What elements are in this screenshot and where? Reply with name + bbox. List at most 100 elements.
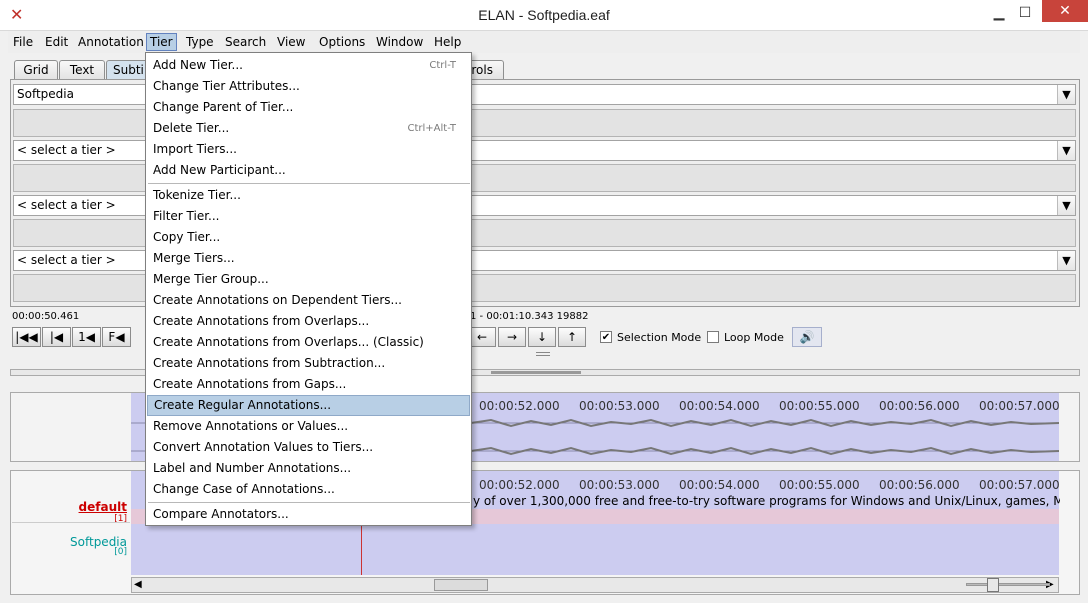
menu-item-change-tier-attributes[interactable]: Change Tier Attributes...: [147, 76, 470, 97]
tier-menu-dropdown: Add New Tier... Ctrl-T Change Tier Attri…: [145, 52, 472, 526]
menu-item-merge-tiers[interactable]: Merge Tiers...: [147, 248, 470, 269]
zoom-slider-track[interactable]: [966, 578, 1050, 592]
menu-item-label: Change Parent of Tier...: [153, 100, 294, 114]
menu-item-label: Remove Annotations or Values...: [153, 419, 349, 433]
ruler-tick: 00:00:55.000: [779, 399, 860, 413]
tab-grid[interactable]: Grid: [14, 60, 58, 79]
ruler-tick: 00:00:53.000: [579, 399, 660, 413]
menu-item-label: Filter Tier...: [153, 209, 220, 223]
scrollbar-thumb[interactable]: [434, 579, 488, 591]
menu-view[interactable]: View: [274, 33, 308, 51]
menu-item-filter-tier[interactable]: Filter Tier...: [147, 206, 470, 227]
ruler-tick: 00:00:56.000: [879, 478, 960, 492]
menu-item-label: Import Tiers...: [153, 142, 237, 156]
loop-mode-checkbox[interactable]: [707, 331, 719, 343]
tier-select-2-value: < select a tier >: [17, 143, 116, 157]
menu-item-create-annotations-subtraction[interactable]: Create Annotations from Subtraction...: [147, 353, 470, 374]
menu-item-label: Create Regular Annotations...: [154, 398, 332, 412]
menu-item-label: Change Tier Attributes...: [153, 79, 300, 93]
arrow-up-button[interactable]: ↑: [558, 327, 586, 347]
menu-help[interactable]: Help: [431, 33, 464, 51]
menu-item-change-case[interactable]: Change Case of Annotations...: [147, 479, 470, 500]
current-time: 00:00:50.461: [12, 311, 80, 322]
ruler-tick: 00:00:56.000: [879, 399, 960, 413]
selection-mode-checkbox[interactable]: ✔: [600, 331, 612, 343]
tier-index-softpedia: [0]: [114, 547, 127, 557]
menu-item-label: Create Annotations from Overlaps... (Cla…: [153, 335, 424, 349]
tier-label-default[interactable]: default: [12, 500, 127, 514]
menu-item-create-annotations-overlaps-classic[interactable]: Create Annotations from Overlaps... (Cla…: [147, 332, 470, 353]
menu-item-change-parent-of-tier[interactable]: Change Parent of Tier...: [147, 97, 470, 118]
menu-item-label: Create Annotations from Gaps...: [153, 377, 347, 391]
menu-options[interactable]: Options: [316, 33, 368, 51]
menu-item-label: Merge Tier Group...: [153, 272, 269, 286]
splitter-handle[interactable]: [536, 352, 550, 356]
menu-item-label: Change Case of Annotations...: [153, 482, 335, 496]
ruler-tick: 00:00:52.000: [479, 478, 560, 492]
ruler-tick: 00:00:54.000: [679, 399, 760, 413]
scroll-left-icon[interactable]: ◀: [134, 579, 142, 590]
menu-item-label: Add New Tier...: [153, 58, 243, 72]
chevron-down-icon[interactable]: ▼: [1057, 141, 1075, 160]
chevron-down-icon[interactable]: ▼: [1057, 251, 1075, 270]
previous-second-button[interactable]: 1◀: [72, 327, 101, 347]
horizontal-scrollbar[interactable]: ◀ ▶: [131, 577, 1059, 593]
time-scrollbar-thumb[interactable]: [491, 371, 581, 374]
menu-item-label: Convert Annotation Values to Tiers...: [153, 440, 374, 454]
menu-item-delete-tier[interactable]: Delete Tier... Ctrl+Alt-T: [147, 118, 470, 139]
menu-item-label: Merge Tiers...: [153, 251, 235, 265]
menu-item-label: Create Annotations from Subtraction...: [153, 356, 386, 370]
menu-item-convert-annotation-values[interactable]: Convert Annotation Values to Tiers...: [147, 437, 470, 458]
maximize-button[interactable]: ☐: [1010, 0, 1040, 28]
chevron-down-icon[interactable]: ▼: [1057, 196, 1075, 215]
menu-item-create-annotations-overlaps[interactable]: Create Annotations from Overlaps...: [147, 311, 470, 332]
menu-item-merge-tier-group[interactable]: Merge Tier Group...: [147, 269, 470, 290]
selection-mode-label: Selection Mode: [617, 331, 702, 344]
menu-item-tokenize-tier[interactable]: Tokenize Tier...: [147, 185, 470, 206]
arrow-left-button[interactable]: ←: [468, 327, 496, 347]
arrow-down-button[interactable]: ↓: [528, 327, 556, 347]
menu-item-compare-annotators[interactable]: Compare Annotators...: [147, 504, 470, 525]
close-button[interactable]: ✕: [1042, 0, 1088, 22]
menu-item-shortcut: Ctrl+Alt-T: [407, 123, 456, 134]
menu-edit[interactable]: Edit: [42, 33, 71, 51]
zoom-slider-thumb[interactable]: [987, 578, 999, 592]
menu-separator: [148, 502, 470, 503]
menu-annotation[interactable]: Annotation: [75, 33, 147, 51]
menu-type[interactable]: Type: [183, 33, 217, 51]
tier-select-4-value: < select a tier >: [17, 253, 116, 267]
title-bar: ✕ ELAN - Softpedia.eaf ▁ ☐ ✕: [0, 0, 1088, 31]
tier-divider: [12, 522, 130, 523]
ruler-tick: 00:00:53.000: [579, 478, 660, 492]
tier-select-1-value: Softpedia: [17, 87, 74, 101]
menu-tier[interactable]: Tier: [146, 33, 177, 51]
menu-item-import-tiers[interactable]: Import Tiers...: [147, 139, 470, 160]
menu-item-create-regular-annotations[interactable]: Create Regular Annotations...: [147, 395, 470, 416]
chevron-down-icon[interactable]: ▼: [1057, 85, 1075, 104]
menu-item-copy-tier[interactable]: Copy Tier...: [147, 227, 470, 248]
menu-item-label: Delete Tier...: [153, 121, 230, 135]
ruler-tick: 00:00:54.000: [679, 478, 760, 492]
menu-item-create-annotations-dependent[interactable]: Create Annotations on Dependent Tiers...: [147, 290, 470, 311]
previous-scrollview-button[interactable]: |◀: [42, 327, 71, 347]
menu-item-add-new-tier[interactable]: Add New Tier... Ctrl-T: [147, 55, 470, 76]
arrow-right-button[interactable]: →: [498, 327, 526, 347]
tab-text[interactable]: Text: [59, 60, 105, 79]
menu-item-label-and-number[interactable]: Label and Number Annotations...: [147, 458, 470, 479]
go-to-begin-button[interactable]: |◀◀: [12, 327, 41, 347]
menu-window[interactable]: Window: [373, 33, 426, 51]
previous-frame-button[interactable]: F◀: [102, 327, 131, 347]
speaker-icon[interactable]: 🔊: [792, 327, 822, 347]
menu-item-create-annotations-gaps[interactable]: Create Annotations from Gaps...: [147, 374, 470, 395]
menu-item-add-new-participant[interactable]: Add New Participant...: [147, 160, 470, 181]
menu-search[interactable]: Search: [222, 33, 269, 51]
annotation-text[interactable]: y of over 1,300,000 free and free-to-try…: [473, 494, 1060, 509]
menu-file[interactable]: File: [10, 33, 36, 51]
ruler-tick: 00:00:55.000: [779, 478, 860, 492]
menu-item-label: Add New Participant...: [153, 163, 286, 177]
tab-subtitles[interactable]: Subti: [106, 60, 150, 79]
menu-separator: [148, 183, 470, 184]
menu-item-shortcut: Ctrl-T: [429, 60, 456, 71]
menu-item-remove-annotations[interactable]: Remove Annotations or Values...: [147, 416, 470, 437]
menu-item-label: Label and Number Annotations...: [153, 461, 352, 475]
